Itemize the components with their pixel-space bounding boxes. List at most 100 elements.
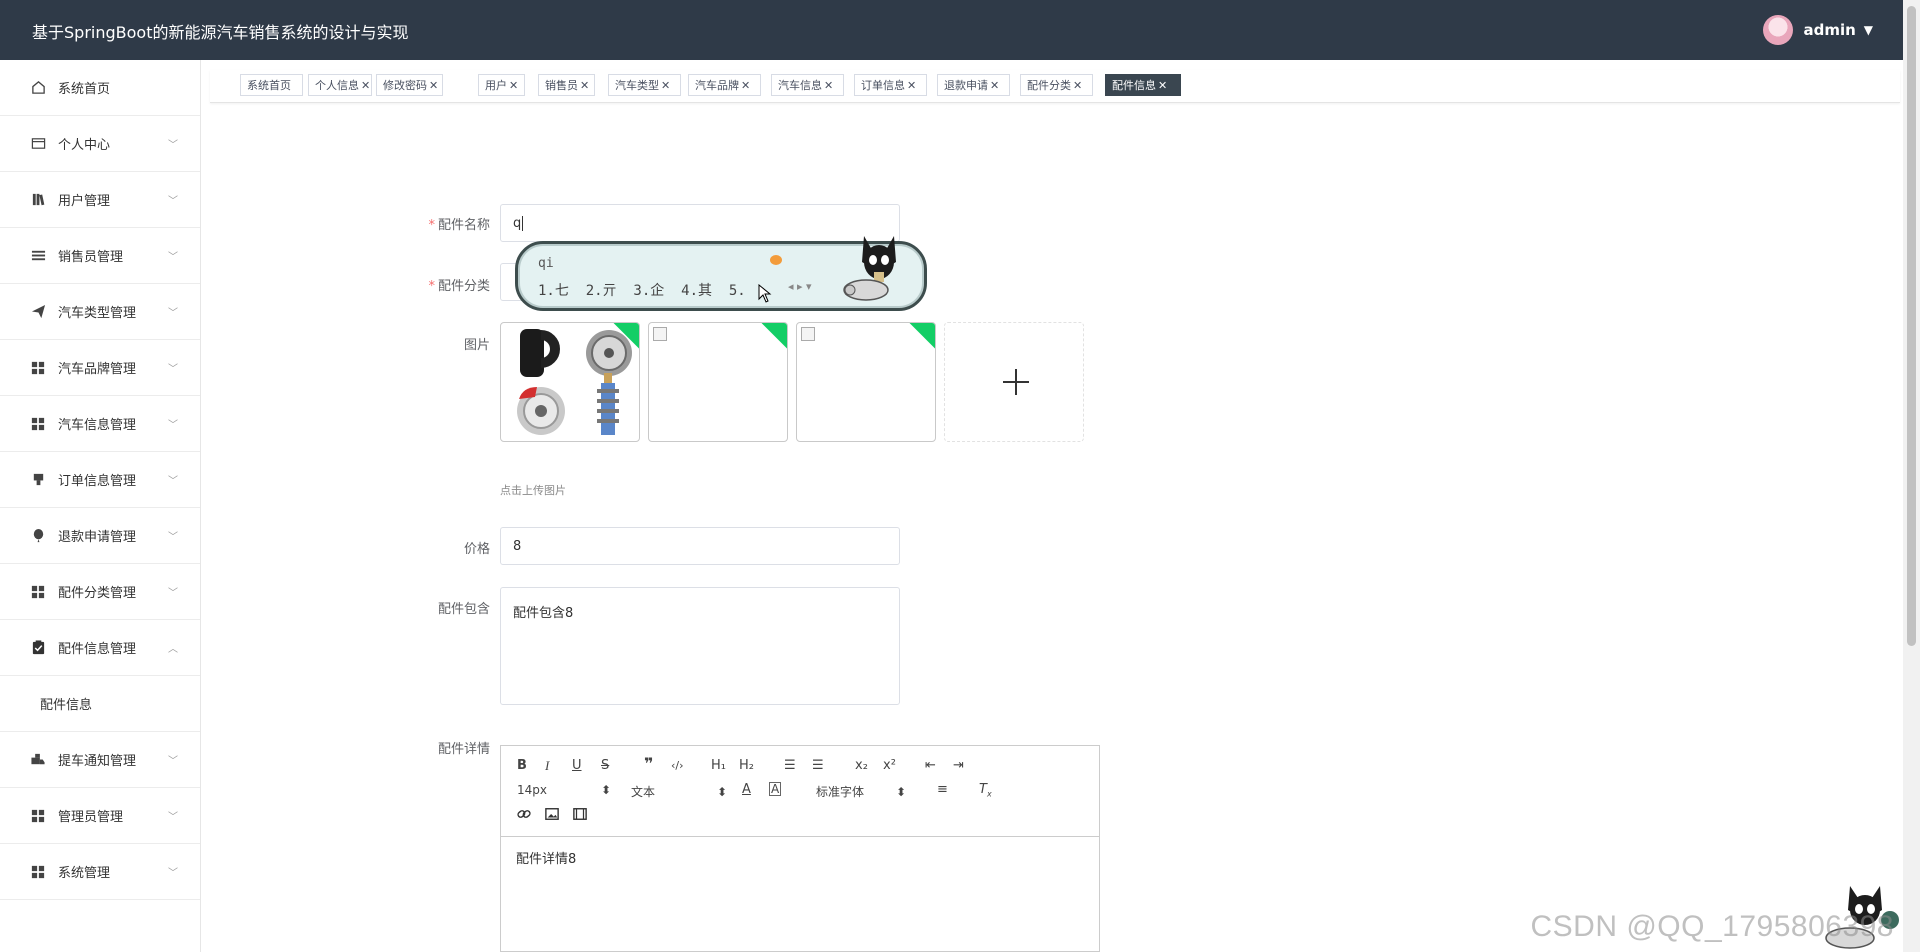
sidebar-item-label: 用户管理 (58, 194, 111, 209)
close-icon[interactable]: ✕ (580, 79, 589, 92)
tab-label: 配件分类 (1027, 79, 1071, 92)
price-input[interactable]: 8 (500, 527, 900, 565)
tab-label: 用户 (485, 79, 507, 92)
editor-content[interactable]: 配件详情8 (516, 848, 576, 867)
users-book-icon (30, 192, 46, 208)
page-arrows-icon[interactable]: ◂ ▸ ▾ (788, 280, 812, 293)
sidebar-item-car-brand[interactable]: 汽车品牌管理 ﹀ (0, 340, 200, 396)
tab-profile[interactable]: 个人信息 ✕ (308, 74, 372, 96)
sidebar-item-car-type[interactable]: 汽车类型管理 ﹀ (0, 284, 200, 340)
sidebar-subitem-part-info[interactable]: 配件信息 (0, 676, 200, 732)
tab-change-password[interactable]: 修改密码 ✕ (376, 74, 443, 96)
font-size-select[interactable]: 14px ⬍ (517, 783, 611, 797)
sidebar-item-pickup-notice[interactable]: 提车通知管理 ﹀ (0, 732, 200, 788)
tab-users[interactable]: 用户 ✕ (478, 74, 525, 96)
chevron-down-icon: ﹀ (168, 140, 178, 151)
bold-icon[interactable]: B (517, 758, 527, 774)
sidebar-item-users[interactable]: 用户管理 ﹀ (0, 172, 200, 228)
tab-part-info[interactable]: 配件信息 ✕ (1105, 74, 1181, 96)
underline-icon[interactable]: U (572, 758, 582, 774)
chevron-down-icon: ﹀ (168, 308, 178, 319)
bullet-list-icon[interactable]: ☰ (812, 758, 824, 774)
tab-part-category[interactable]: 配件分类 ✕ (1020, 74, 1093, 96)
sidebar-item-refunds[interactable]: 退款申请管理 ﹀ (0, 508, 200, 564)
italic-icon[interactable]: I (545, 758, 549, 774)
eye-icon (770, 255, 782, 265)
list-icon (30, 248, 46, 264)
sidebar-item-label: 汽车信息管理 (58, 418, 137, 433)
ordered-list-icon[interactable]: ☰ (784, 758, 796, 774)
sidebar-item-home[interactable]: 系统首页 (0, 60, 200, 116)
outdent-icon[interactable]: ⇤ (925, 758, 936, 774)
background-color-icon[interactable]: A (769, 782, 782, 796)
sidebar-item-label: 管理员管理 (58, 810, 124, 825)
uploaded-image-card[interactable] (500, 322, 640, 442)
clear-format-icon[interactable]: Tx (979, 782, 992, 803)
close-icon[interactable]: ✕ (1073, 79, 1082, 92)
align-icon[interactable]: ≡ (937, 782, 948, 798)
uploaded-image-card[interactable] (648, 322, 788, 442)
avatar[interactable] (1763, 15, 1794, 45)
font-family-select[interactable]: 标准字体 ⬍ (816, 783, 906, 800)
sidebar-item-salesperson[interactable]: 销售员管理 ﹀ (0, 228, 200, 284)
ime-candidates[interactable]: 1.七 2.亓 3.企 4.其 5. (538, 280, 746, 300)
sidebar-item-part-category[interactable]: 配件分类管理 ﹀ (0, 564, 200, 620)
user-menu[interactable]: admin ▼ (1763, 14, 1873, 46)
tab-car-brand[interactable]: 汽车品牌 ✕ (688, 74, 761, 96)
link-icon[interactable] (517, 807, 531, 826)
contents-textarea[interactable]: 配件包含8 (500, 587, 900, 705)
superscript-icon[interactable]: x² (883, 758, 896, 774)
chevron-down-icon: ﹀ (168, 868, 178, 879)
tab-order-info[interactable]: 订单信息 ✕ (854, 74, 927, 96)
paragraph-select[interactable]: 文本 ⬍ (631, 783, 727, 800)
image-icon[interactable] (545, 807, 559, 826)
sidebar-item-profile[interactable]: 个人中心 ﹀ (0, 116, 200, 172)
tab-car-info[interactable]: 汽车信息 ✕ (771, 74, 844, 96)
close-icon[interactable]: ✕ (361, 79, 370, 92)
close-icon[interactable]: ✕ (824, 79, 833, 92)
editor-toolbar: B I U S ❞ ‹/› H₁ H₂ ☰ ☰ x₂ x² ⇤ ⇥ 14px ⬍ … (501, 746, 1099, 837)
sidebar-item-part-info[interactable]: 配件信息管理 ︿ (0, 620, 200, 676)
page-scrollbar[interactable] (1903, 0, 1920, 952)
sidebar-item-label: 汽车类型管理 (58, 306, 137, 321)
close-icon[interactable]: ✕ (661, 79, 670, 92)
sidebar-item-label: 销售员管理 (58, 250, 124, 265)
sidebar-item-admins[interactable]: 管理员管理 ﹀ (0, 788, 200, 844)
close-icon[interactable]: ✕ (509, 79, 518, 92)
uploaded-image-card[interactable] (796, 322, 936, 442)
font-color-icon[interactable]: A (742, 782, 751, 798)
strikethrough-icon[interactable]: S (601, 758, 609, 774)
caret-down-icon[interactable]: ▼ (1864, 23, 1873, 37)
tab-home[interactable]: 系统首页 (240, 74, 303, 96)
scrollbar-thumb[interactable] (1907, 6, 1916, 646)
sidebar-item-orders[interactable]: 订单信息管理 ﹀ (0, 452, 200, 508)
tab-label: 配件信息 (1112, 79, 1156, 92)
header1-icon[interactable]: H₁ (711, 758, 726, 774)
sidebar-item-car-info[interactable]: 汽车信息管理 ﹀ (0, 396, 200, 452)
tab-refund[interactable]: 退款申请 ✕ (937, 74, 1010, 96)
tab-car-type[interactable]: 汽车类型 ✕ (608, 74, 681, 96)
username[interactable]: admin (1803, 21, 1855, 39)
blockquote-icon[interactable]: ❞ (644, 756, 653, 772)
indent-icon[interactable]: ⇥ (953, 758, 964, 774)
subscript-icon[interactable]: x₂ (855, 758, 868, 774)
rich-text-editor[interactable]: B I U S ❞ ‹/› H₁ H₂ ☰ ☰ x₂ x² ⇤ ⇥ 14px ⬍ … (500, 745, 1100, 952)
card-icon (30, 136, 46, 152)
code-icon[interactable]: ‹/› (671, 758, 684, 774)
video-icon[interactable] (573, 807, 587, 826)
close-icon[interactable]: ✕ (990, 79, 999, 92)
send-icon (30, 304, 46, 320)
close-icon[interactable]: ✕ (741, 79, 750, 92)
tab-label: 订单信息 (861, 79, 905, 92)
chevron-down-icon: ﹀ (168, 532, 178, 543)
grid-icon (30, 808, 46, 824)
sidebar-item-label: 系统管理 (58, 866, 111, 881)
close-icon[interactable]: ✕ (429, 79, 438, 92)
close-icon[interactable]: ✕ (1158, 79, 1167, 92)
sidebar-item-system[interactable]: 系统管理 ﹀ (0, 844, 200, 900)
upload-add-button[interactable] (944, 322, 1084, 442)
close-icon[interactable]: ✕ (907, 79, 916, 92)
tab-salesperson[interactable]: 销售员 ✕ (538, 74, 595, 96)
chevron-down-icon: ﹀ (168, 420, 178, 431)
header2-icon[interactable]: H₂ (739, 758, 754, 774)
